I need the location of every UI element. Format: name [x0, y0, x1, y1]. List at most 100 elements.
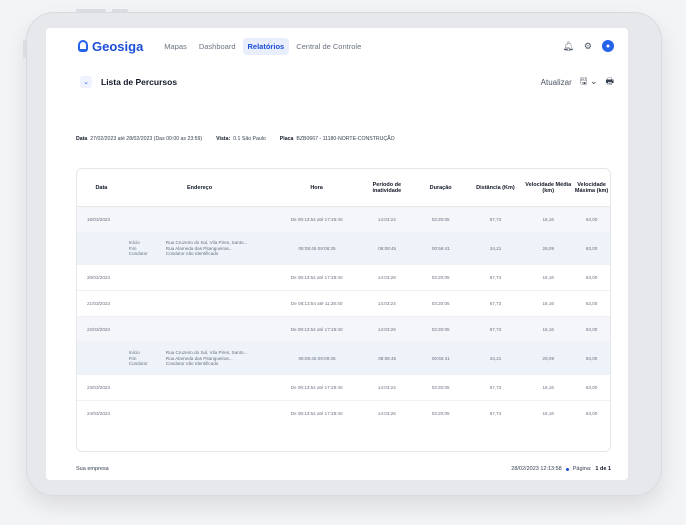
cell-data: 20/02/2023 — [87, 274, 110, 280]
cell-distancia: 67,73 — [489, 216, 502, 222]
cell-vel-maxima: 63,00 — [585, 300, 598, 306]
page-actions: Atualizar 🖫︎ ⌄ 🖶︎ — [541, 74, 614, 90]
top-navigation: Geosiga Mapas Dashboard Relatórios Centr… — [46, 28, 628, 64]
cell-vel-media: 16,16 — [542, 326, 554, 332]
cell-vel-media: 16,16 — [542, 216, 554, 222]
table-row[interactable]: 22/03/2023 De 08:13:54 até 17:28:40 14:0… — [77, 317, 610, 343]
cell-vel-media: 28,09 — [542, 355, 555, 361]
cell-data: 22/03/2023 — [87, 326, 110, 332]
print-icon[interactable]: 🖶︎ — [606, 74, 615, 90]
column-header-vel-media: Velocidade Média (km) — [525, 181, 572, 194]
column-header-hora: Hora — [310, 184, 323, 191]
brand[interactable]: Geosiga — [78, 39, 143, 54]
filter-placa: Placa BZB0667 - 11180-NORTE-CONSTRUÇÃO — [279, 136, 395, 142]
cell-duracao: 03:20:05 — [431, 216, 450, 222]
table-row[interactable]: 18/03/2023 De 08:13:54 até 17:28:40 14:0… — [77, 207, 610, 233]
cell-hora: 08:08:45 09:09:35 — [298, 355, 336, 361]
detail-values: Rua Cruzeiro do Sul, Vila Pires, Santo..… — [166, 350, 274, 368]
cell-endereco-detail: Início Fim Condutor Rua Cruzeiro do Sul,… — [126, 240, 274, 258]
cell-vel-maxima: 63,00 — [585, 274, 598, 280]
page-title: Lista de Percursos — [101, 77, 178, 87]
user-avatar-icon[interactable]: ● — [602, 40, 614, 52]
cell-duracao: 03:20:05 — [431, 274, 450, 280]
cell-periodo: 08:08:45 — [378, 245, 397, 251]
cell-duracao: 03:20:05 — [431, 326, 450, 332]
label-condutor: Condutor — [128, 251, 148, 257]
cell-data: 21/03/2023 — [87, 300, 110, 306]
nav-item-mapas[interactable]: Mapas — [159, 38, 192, 55]
table-subrow[interactable]: Início Fim Condutor Rua Cruzeiro do Sul,… — [77, 233, 610, 265]
cell-vel-maxima: 63,00 — [585, 355, 598, 361]
cell-vel-maxima: 63,00 — [585, 326, 598, 332]
detail-labels: Início Fim Condutor — [126, 240, 166, 258]
cell-distancia: 67,73 — [489, 411, 502, 417]
cell-distancia: 34,21 — [489, 245, 502, 251]
nav-item-central-de-controle[interactable]: Central de Controle — [291, 38, 366, 55]
cell-distancia: 34,21 — [489, 355, 502, 361]
cell-data: 24/03/2023 — [87, 411, 110, 417]
table-row[interactable]: 21/03/2023 De 08:13:54 até 11:28:40 14:0… — [77, 291, 610, 317]
footer-meta: 28/02/2023 12:13:58 Página: 1 de 1 — [511, 466, 611, 472]
column-header-periodo: Período de inatividade — [372, 181, 402, 194]
gear-icon[interactable]: ⚙ — [584, 41, 592, 51]
filter-data: Data 27/02/2023 até 28/02/2023 (Das 00:00… — [76, 136, 203, 142]
bell-icon[interactable]: 🔔︎ — [562, 41, 573, 51]
page-label: Página: — [572, 466, 592, 472]
filter-vista: Vista: 0.1 São Paulo — [216, 136, 266, 142]
cell-hora: De 08:13:54 até 17:28:40 — [290, 274, 343, 280]
cell-vel-media: 16,16 — [542, 274, 554, 280]
cell-distancia: 67,73 — [489, 326, 502, 332]
value-condutor: Condutor não Identificado — [165, 361, 219, 367]
column-header-distancia: Distância (Km) — [476, 184, 515, 191]
refresh-button[interactable]: Atualizar — [541, 78, 572, 87]
cell-data: 18/03/2023 — [87, 216, 110, 222]
cell-duracao: 00:55:41 — [431, 355, 450, 361]
report-filters: Data 27/02/2023 até 28/02/2023 (Das 00:00… — [76, 136, 395, 142]
tablet-top-button — [76, 9, 106, 12]
page-number: 1 de 1 — [595, 466, 611, 472]
nav-item-relatorios[interactable]: Relatórios — [242, 37, 290, 55]
cell-periodo: 14:03:26 — [377, 411, 396, 417]
cell-vel-maxima: 63,00 — [585, 245, 598, 251]
cell-distancia: 67,73 — [489, 274, 502, 280]
cell-periodo: 14:03:24 — [377, 384, 396, 390]
geosiga-logo-icon — [78, 40, 88, 52]
cell-vel-maxima: 63,00 — [585, 411, 598, 417]
brand-name: Geosiga — [92, 38, 144, 54]
cell-vel-media: 16,16 — [542, 300, 554, 306]
table-header: Data Endereço Hora Período de inatividad… — [77, 169, 610, 207]
save-dropdown-icon[interactable]: 🖫︎ ⌄ — [580, 74, 598, 90]
cell-duracao: 03:20:05 — [431, 384, 450, 390]
cell-periodo: 14:03:26 — [377, 326, 396, 332]
detail-values: Rua Cruzeiro do Sul, Vila Pires, Santo..… — [166, 240, 274, 258]
cell-duracao: 03:20:05 — [431, 411, 450, 417]
cell-vel-maxima: 63,00 — [585, 384, 598, 390]
table-row[interactable]: 20/02/2023 De 08:13:54 até 17:28:40 14:0… — [77, 265, 610, 291]
column-header-duracao: Duração — [429, 184, 452, 191]
company-name: Sua empresa — [76, 466, 109, 472]
cell-periodo: 08:08:45 — [378, 355, 397, 361]
cell-hora: De 08:13:54 até 11:28:40 — [290, 300, 343, 306]
nav-item-dashboard[interactable]: Dashboard — [194, 38, 241, 55]
table-row[interactable]: 24/03/2023 De 08:13:54 até 17:28:40 14:0… — [77, 401, 610, 427]
cell-vel-media: 28,09 — [542, 245, 555, 251]
chevron-down-icon[interactable]: ⌄ — [80, 76, 92, 88]
table-row[interactable]: 23/03/2023 De 08:13:54 até 17:28:40 14:0… — [77, 375, 610, 401]
cell-hora: De 08:13:54 até 17:28:40 — [290, 384, 343, 390]
cell-duracao: 00:56:41 — [431, 245, 450, 251]
page-header: ⌄ Lista de Percursos Atualizar 🖫︎ ⌄ 🖶︎ — [46, 70, 628, 94]
table-subrow[interactable]: Início Fim Condutor Rua Cruzeiro do Sul,… — [77, 343, 610, 375]
cell-hora: De 08:13:54 até 17:28:40 — [290, 411, 343, 417]
cell-periodo: 14:03:24 — [377, 300, 396, 306]
cell-distancia: 67,73 — [489, 300, 502, 306]
column-header-data: Data — [95, 184, 108, 191]
cell-vel-media: 16,16 — [542, 384, 554, 390]
tablet-top-button-2 — [112, 9, 128, 12]
cell-hora: 08:08:45 09:08:35 — [298, 245, 336, 251]
cell-hora: De 08:13:54 até 17:28:40 — [290, 326, 343, 332]
label-condutor: Condutor — [128, 361, 148, 367]
cell-periodo: 14:03:24 — [377, 216, 396, 222]
value-condutor: Condutor não Identificado — [165, 251, 219, 257]
column-header-endereco: Endereço — [187, 184, 213, 191]
separator-dot-icon — [565, 467, 569, 471]
